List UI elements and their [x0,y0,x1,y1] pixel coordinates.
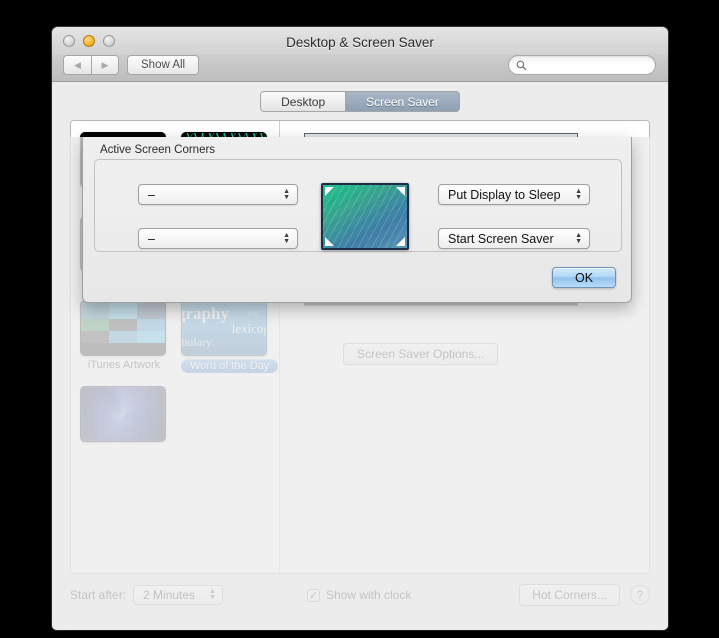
bottom-left-corner-popup[interactable]: – ▲ ▼ [138,228,298,249]
search-icon [516,60,527,71]
stepper-arrows-icon[interactable]: ▲ ▼ [283,188,290,201]
tab-screen-saver[interactable]: Screen Saver [346,91,460,112]
corner-indicator-bottom-left-icon [325,237,334,246]
hot-corners-sheet: Active Screen Corners – ▲ ▼ – ▲ ▼ Put Di… [82,137,632,303]
ok-button[interactable]: OK [552,267,616,288]
stepper-arrows-icon[interactable]: ▲ ▼ [575,232,582,245]
top-left-corner-value: – [148,187,155,202]
forward-button[interactable]: ▶ [91,55,119,75]
chevron-down-icon[interactable]: ▼ [575,238,582,245]
wallpaper-streaks [323,185,407,248]
window-title: Desktop & Screen Saver [286,35,434,50]
search-field[interactable] [508,55,656,75]
itunes-artwork-thumbnail[interactable] [80,300,166,356]
show-with-clock-group[interactable]: ✓ Show with clock [306,588,412,602]
thumb-word-graphy: graphy [181,304,229,323]
word-of-the-day-thumbnail[interactable]: voc graphy lexicog abulary [181,300,267,356]
start-after-label: Start after: [70,588,127,602]
display-preview-thumbnail [321,183,409,250]
stepper-arrows-icon[interactable]: ▲ ▼ [209,588,216,601]
active-screen-corners-label: Active Screen Corners [100,144,216,156]
spiral-thumbnail[interactable] [80,386,166,442]
corners-group-box: – ▲ ▼ – ▲ ▼ Put Display to Sleep ▲ ▼ Sta… [94,159,622,252]
list-item[interactable] [80,386,168,451]
top-right-corner-value: Put Display to Sleep [448,187,561,202]
chevron-down-icon[interactable]: ▼ [575,194,582,201]
list-item-label-selected: Word of the Day [181,359,279,373]
corner-indicator-bottom-right-icon [396,237,405,246]
show-all-button[interactable]: Show All [127,55,200,75]
bottom-right-group: Hot Corners... ? [519,584,650,606]
top-left-corner-popup[interactable]: – ▲ ▼ [138,184,298,205]
bottom-left-corner-value: – [148,231,155,246]
stepper-arrows-icon[interactable]: ▲ ▼ [283,232,290,245]
preferences-body: Desktop Screen Saver Flurry Arabesque [52,82,668,630]
tab-bar: Desktop Screen Saver [52,91,668,112]
preferences-window: Desktop & Screen Saver ◀ ▶ Show All Desk… [52,27,668,630]
start-after-value: 2 Minutes [143,588,196,602]
thumb-word-abulary: abulary [181,335,212,349]
hot-corners-button[interactable]: Hot Corners... [519,584,620,606]
show-with-clock-label: Show with clock [325,588,412,602]
screen-saver-options-button[interactable]: Screen Saver Options... [343,343,499,365]
tab-desktop[interactable]: Desktop [260,91,347,112]
corner-indicator-top-left-icon [325,187,334,196]
list-item[interactable]: iTunes Artwork [80,300,168,382]
panel-bottom-bar: Start after: 2 Minutes ▲ ▼ ✓ Show with c… [70,582,650,608]
list-item[interactable]: voc graphy lexicog abulary Word of the D… [181,300,279,382]
show-with-clock-checkbox[interactable]: ✓ [306,588,320,602]
window-titlebar: Desktop & Screen Saver ◀ ▶ Show All [52,27,668,82]
thumb-word-vocab: voc [247,308,260,318]
back-button[interactable]: ◀ [63,55,91,75]
top-right-corner-popup[interactable]: Put Display to Sleep ▲ ▼ [438,184,590,205]
bottom-right-corner-value: Start Screen Saver [448,231,554,246]
stepper-arrows-icon[interactable]: ▲ ▼ [575,188,582,201]
chevron-down-icon[interactable]: ▼ [209,594,216,601]
start-after-stepper[interactable]: 2 Minutes ▲ ▼ [133,585,223,605]
chevron-down-icon[interactable]: ▼ [283,238,290,245]
search-input[interactable] [530,59,642,71]
nav-buttons: ◀ ▶ [63,55,119,75]
help-button[interactable]: ? [630,585,650,605]
bottom-right-corner-popup[interactable]: Start Screen Saver ▲ ▼ [438,228,590,249]
list-item-label: iTunes Artwork [87,359,161,371]
corner-indicator-top-right-icon [396,187,405,196]
thumb-word-lexicog: lexicog [231,321,267,336]
chevron-down-icon[interactable]: ▼ [283,194,290,201]
